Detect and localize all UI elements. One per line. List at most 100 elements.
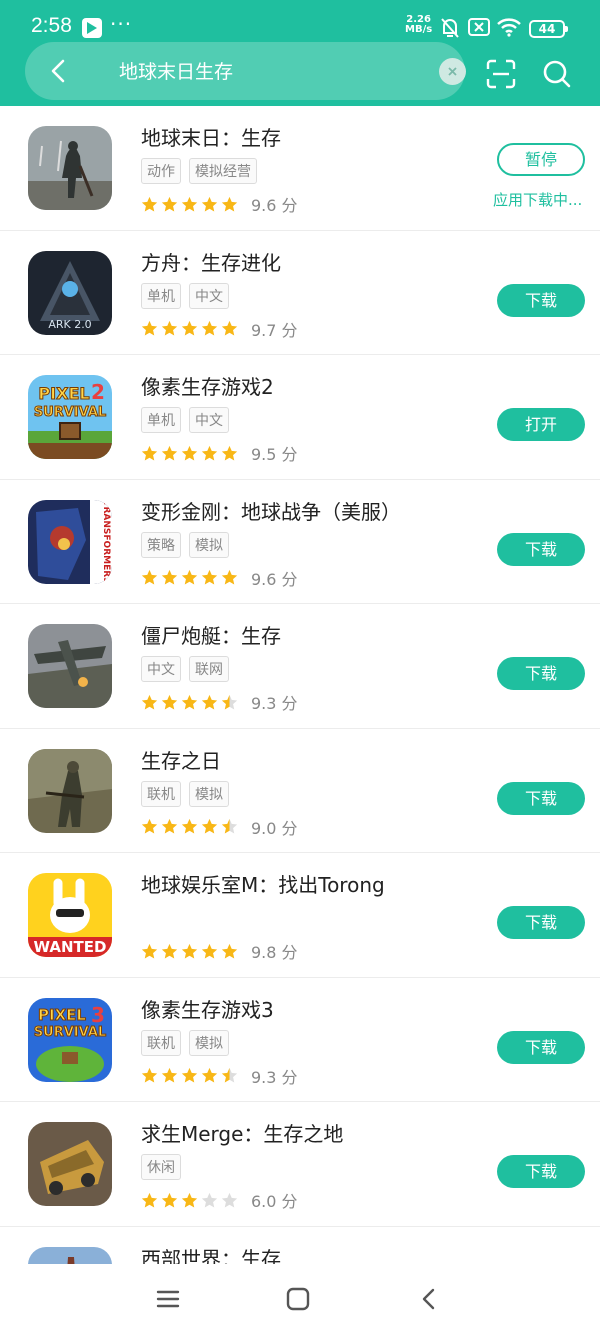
star-icon — [221, 943, 238, 959]
app-tag: 中文 — [189, 407, 229, 433]
search-icon[interactable] — [541, 58, 573, 90]
menu-icon[interactable] — [153, 1284, 183, 1314]
app-name[interactable]: 僵尸炮艇：生存 — [141, 620, 281, 649]
search-results-list[interactable]: 地球末日：生存 动作 模拟经营 9.6 分 暂停 应用下载中... ARK 2.0 方舟：生… — [0, 106, 600, 1264]
star-half-icon — [221, 1067, 238, 1083]
app-tags: 单机 中文 — [141, 407, 229, 433]
app-tags: 联机 模拟 — [141, 1029, 229, 1056]
home-icon[interactable] — [283, 1284, 313, 1314]
download-button[interactable]: 打开 — [497, 408, 585, 441]
svg-text:PIXEL: PIXEL — [38, 1006, 86, 1024]
app-list-item[interactable]: WANTED 地球娱乐室M：找出Torong 9.8 分 下载 — [0, 853, 600, 978]
app-list-item[interactable]: 生存之日 联机 模拟 9.0 分 下载 — [0, 729, 600, 853]
star-icon — [141, 943, 158, 959]
app-list-item[interactable]: ARK 2.0 方舟：生存进化 单机 中文 9.7 分 下载 — [0, 231, 600, 355]
app-score: 9.0 分 — [251, 818, 298, 838]
star-icon — [161, 1067, 178, 1083]
download-button[interactable]: 下载 — [497, 1155, 585, 1188]
star-empty-icon — [201, 1192, 218, 1208]
app-tag: 联网 — [189, 656, 229, 682]
ark-icon[interactable]: ARK 2.0 — [28, 250, 112, 335]
pixel-survival-2-icon[interactable]: PIXEL SURVIVAL 2 — [28, 375, 112, 459]
app-name[interactable]: 地球娱乐室M：找出Torong — [141, 869, 385, 898]
back-icon[interactable] — [414, 1284, 444, 1314]
app-score: 9.7 分 — [251, 320, 298, 340]
star-icon — [161, 320, 178, 336]
back-arrow-icon[interactable] — [45, 57, 73, 85]
scan-icon[interactable] — [485, 58, 517, 90]
download-button[interactable]: 下载 — [497, 906, 585, 939]
play-store-icon — [82, 18, 102, 38]
download-button[interactable]: 下载 — [497, 657, 585, 690]
app-score: 9.3 分 — [251, 694, 298, 713]
star-icon — [221, 196, 238, 212]
transformers-icon[interactable]: TRANSFORMERS — [28, 499, 112, 584]
app-tag: 中文 — [189, 282, 229, 309]
app-rating: 9.8 分 — [141, 939, 298, 963]
star-icon — [161, 1192, 178, 1208]
app-name[interactable]: 变形金刚：地球战争（美服） — [141, 496, 401, 525]
zombie-gunship-icon[interactable] — [28, 624, 112, 708]
download-button[interactable]: 下载 — [497, 283, 585, 317]
close-icon[interactable] — [439, 58, 466, 85]
app-score: 9.5 分 — [251, 445, 298, 464]
app-tag: 休闲 — [141, 1154, 181, 1180]
app-list-item[interactable]: 求生Merge：生存之地 休闲 6.0 分 下载 — [0, 1102, 600, 1227]
wifi-icon — [497, 18, 521, 37]
system-navigation-bar — [0, 1264, 600, 1334]
app-name[interactable]: 像素生存游戏3 — [141, 994, 274, 1023]
star-icon — [141, 445, 158, 461]
survival-merge-icon[interactable] — [28, 1122, 112, 1206]
star-icon — [181, 694, 198, 710]
app-name[interactable]: 方舟：生存进化 — [141, 247, 281, 276]
app-list-item[interactable]: PIXEL SURVIVAL 2 像素生存游戏2 单机 中文 9.5 分 打开 — [0, 355, 600, 480]
svg-text:SURVIVAL: SURVIVAL — [34, 1025, 106, 1040]
app-name[interactable]: 像素生存游戏2 — [141, 371, 274, 400]
star-icon — [201, 569, 218, 585]
app-tag: 模拟 — [189, 780, 229, 807]
star-icon — [201, 694, 218, 710]
app-list-item[interactable]: 地球末日：生存 动作 模拟经营 9.6 分 暂停 应用下载中... — [0, 106, 600, 231]
day-r-icon[interactable] — [28, 748, 112, 833]
status-time: 2:58 — [31, 14, 72, 37]
wanted-icon[interactable]: WANTED — [28, 873, 112, 957]
star-icon — [181, 569, 198, 585]
app-name[interactable]: 地球末日：生存 — [141, 122, 281, 151]
download-button[interactable]: 下载 — [497, 1030, 585, 1064]
app-name[interactable]: 西部世界：生存 — [141, 1243, 281, 1265]
pixel-survival-3-icon[interactable]: PIXEL SURVIVAL 3 — [28, 997, 112, 1082]
app-list-item[interactable]: TRANSFORMERS 变形金刚：地球战争（美服） 策略 模拟 9.6 分 下载 — [0, 480, 600, 604]
app-rating: 9.6 分 — [141, 566, 298, 590]
svg-text:SURVIVAL: SURVIVAL — [34, 405, 106, 420]
star-icon — [221, 569, 238, 585]
star-icon — [161, 943, 178, 959]
app-list-item[interactable]: PIXEL SURVIVAL 3 像素生存游戏3 联机 模拟 9.3 分 下载 — [0, 978, 600, 1102]
star-icon — [181, 818, 198, 834]
app-rating: 9.0 分 — [141, 815, 298, 839]
star-icon — [141, 694, 158, 710]
svg-text:PIXEL: PIXEL — [38, 384, 89, 403]
header: 2:58 ··· 2.26 MB/s 44 地球末日生存 — [0, 0, 600, 106]
star-icon — [201, 196, 218, 212]
pause-button[interactable]: 暂停 — [497, 143, 585, 176]
search-input[interactable]: 地球末日生存 — [119, 57, 233, 84]
star-icon — [141, 1067, 158, 1083]
app-list-item[interactable]: 西部世界：生存 — [0, 1227, 600, 1265]
star-icon — [181, 1067, 198, 1083]
last-day-on-earth-icon[interactable] — [28, 126, 112, 210]
app-name[interactable]: 求生Merge：生存之地 — [141, 1118, 343, 1147]
search-bar[interactable]: 地球末日生存 — [25, 42, 466, 100]
download-button[interactable]: 下载 — [497, 781, 585, 815]
app-tags: 休闲 — [141, 1154, 181, 1180]
westland-icon[interactable] — [28, 1246, 112, 1264]
star-half-icon — [221, 694, 238, 710]
app-list-item[interactable]: 僵尸炮艇：生存 中文 联网 9.3 分 下载 — [0, 604, 600, 729]
clear-search-button[interactable] — [439, 58, 466, 85]
star-icon — [141, 196, 158, 212]
star-half-icon — [221, 818, 238, 834]
star-icon — [201, 943, 218, 959]
download-button[interactable]: 下载 — [497, 532, 585, 566]
app-rating: 6.0 分 — [141, 1188, 298, 1212]
star-icon — [201, 1067, 218, 1083]
app-name[interactable]: 生存之日 — [141, 745, 221, 774]
